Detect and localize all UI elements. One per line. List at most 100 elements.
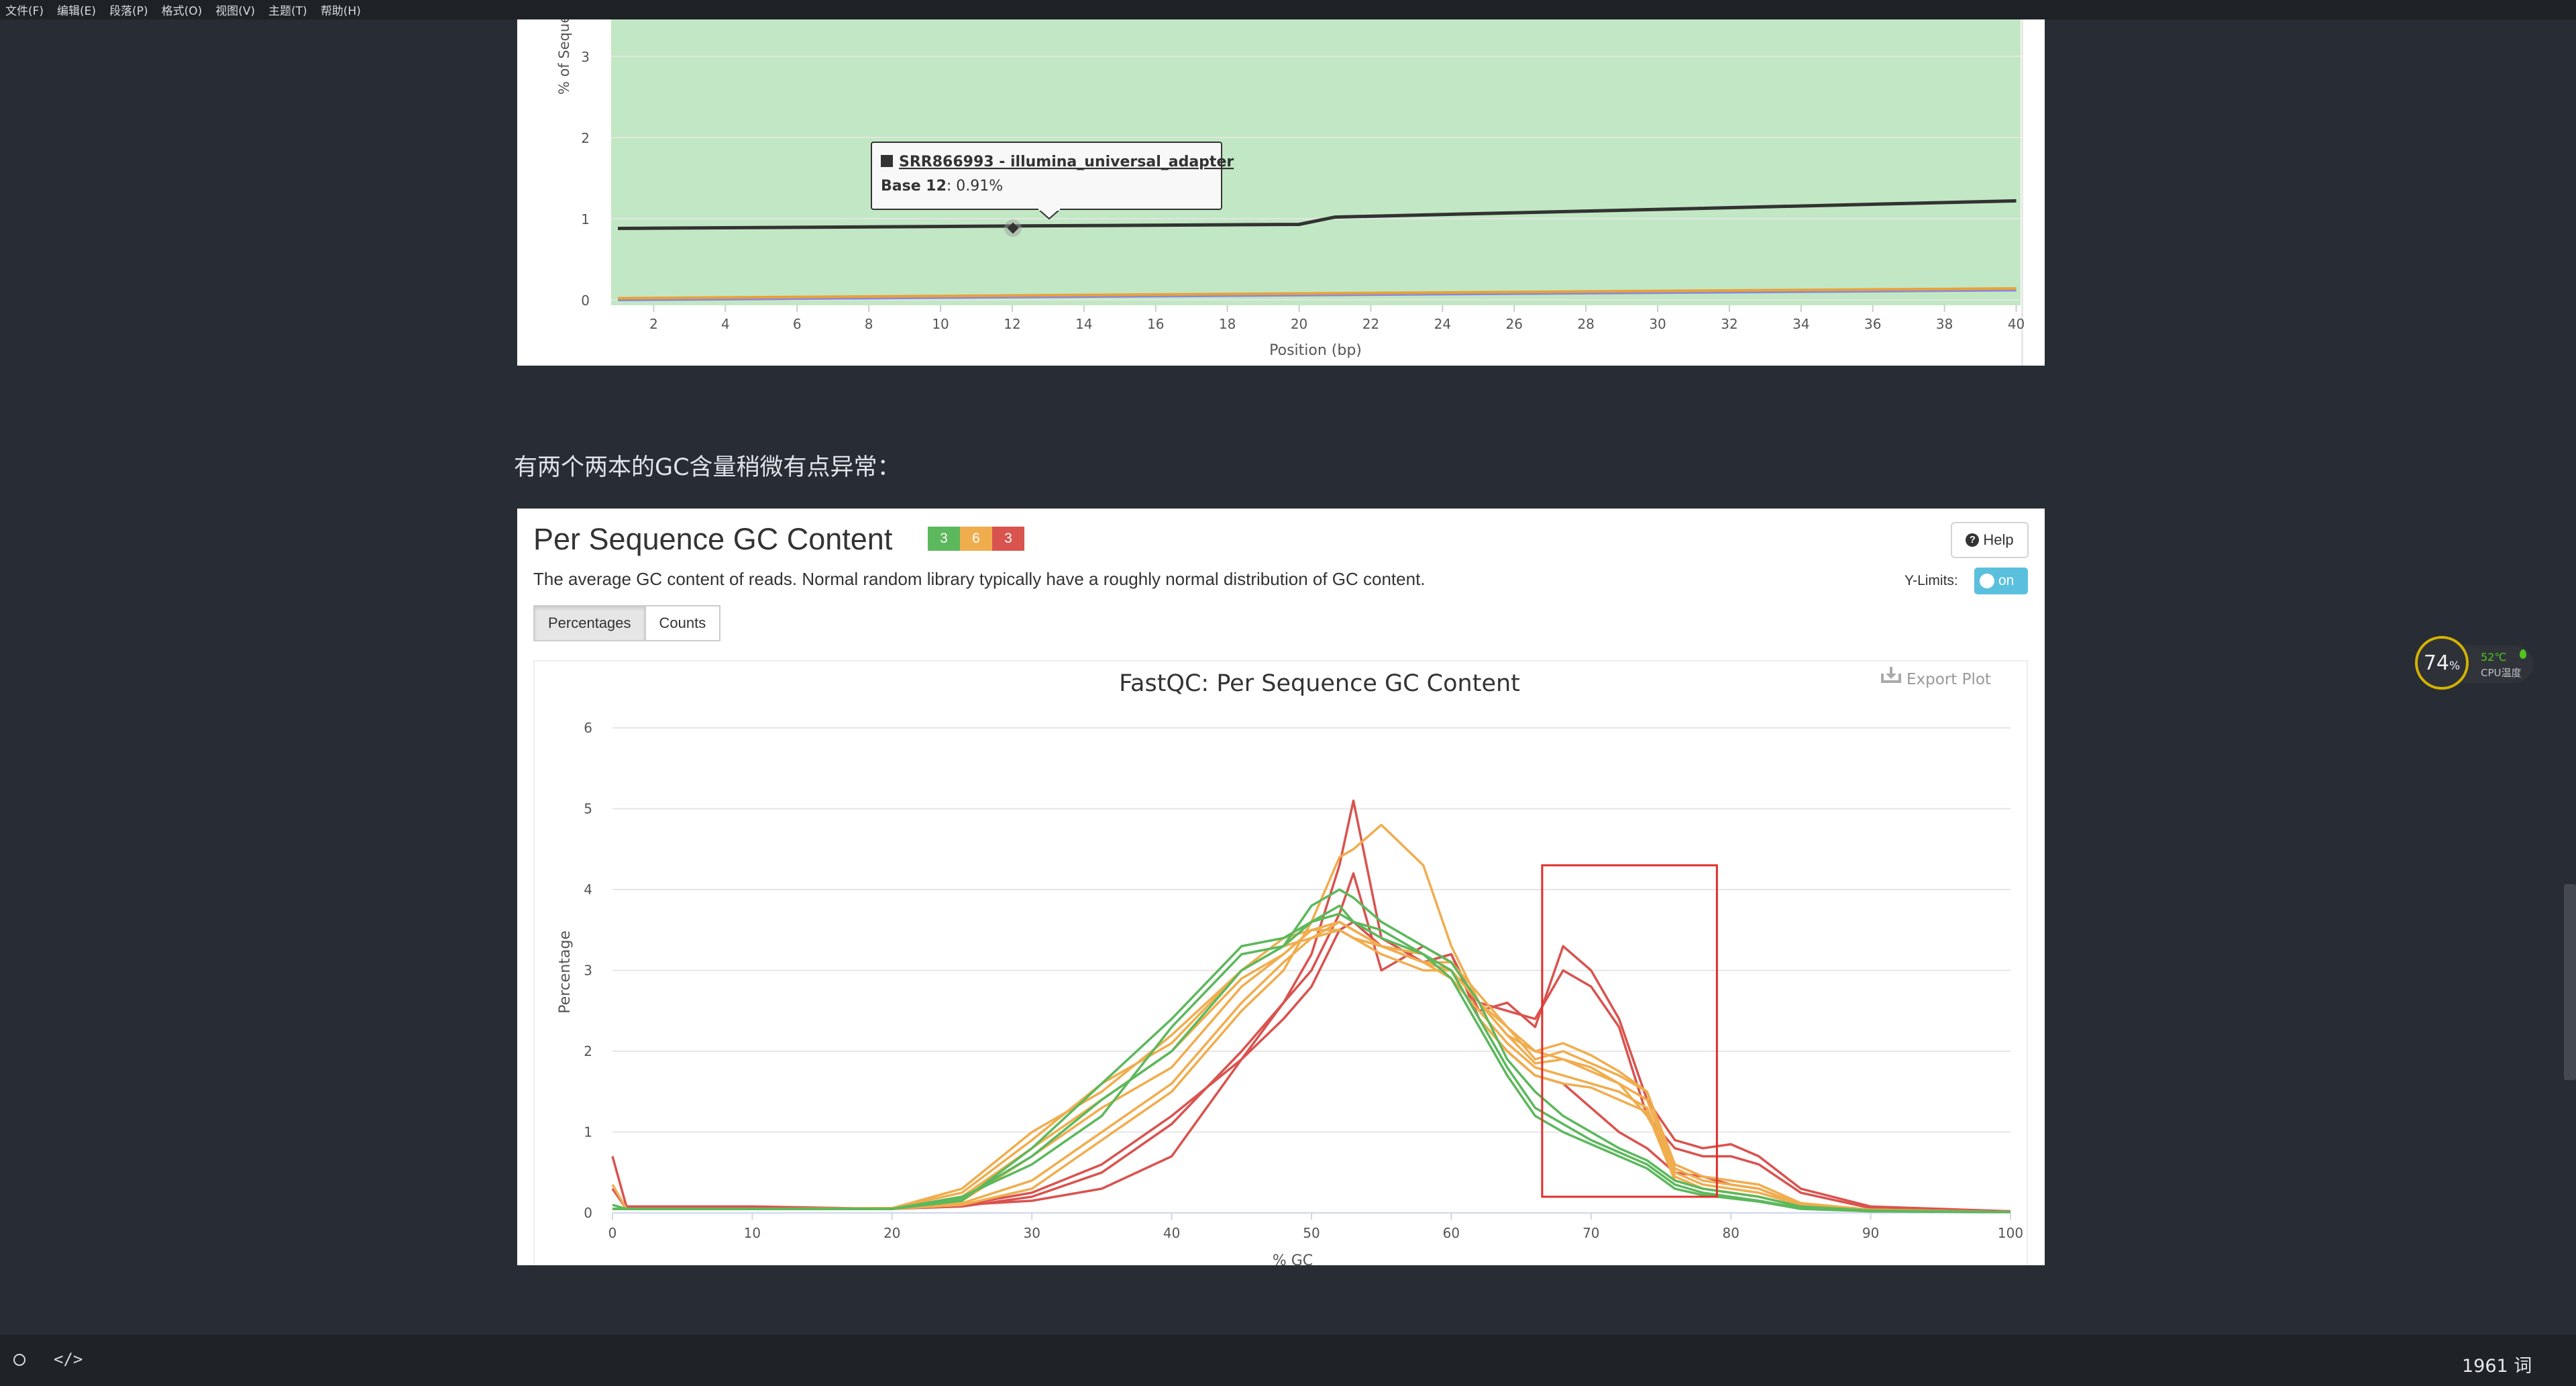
series-line: [612, 928, 2011, 1214]
menu-paragraph[interactable]: 段落(P): [103, 1, 155, 18]
adapter-content-chart: 0123 2 4 6 8 10 12 14 16 18 20 22 24 26 28 30 32 34 36 38 4…: [556, 0, 2045, 366]
y-axis-label: % of Sequenc: [556, 19, 572, 95]
menu-file[interactable]: 文件(F): [0, 1, 50, 18]
tooltip: SRR866993 - illumina_universal_adapter B…: [871, 142, 1234, 220]
x-tick-label: 32: [1721, 316, 1737, 332]
cpu-usage-ring: 74%: [2415, 636, 2469, 690]
cpu-usage-percent-sign: %: [2449, 659, 2461, 673]
cpu-info-panel: 52℃ CPU温度: [2461, 645, 2533, 683]
svg-text:Base 12: 0.91%: Base 12: 0.91%: [881, 178, 1003, 195]
y-tick-label: 1: [581, 211, 590, 227]
droplet-icon: [2520, 649, 2526, 659]
menu-theme[interactable]: 主题(T): [262, 1, 314, 18]
x-tick-label: 50: [1303, 1225, 1320, 1241]
y-tick-label: 1: [584, 1124, 592, 1140]
series-line: [612, 920, 2011, 1214]
fail-badge[interactable]: 3: [992, 527, 1024, 551]
status-bar: </> 1961 词: [0, 1335, 2576, 1386]
menu-view[interactable]: 视图(V): [209, 1, 262, 18]
export-plot-button[interactable]: Export Plot: [1881, 667, 1991, 688]
outline-toggle-icon[interactable]: [13, 1354, 25, 1366]
series-line: [611, 799, 2011, 1213]
plot-background: [611, 19, 2021, 305]
paragraph-text: 有两个两本的GC含量稍微有点异常：: [514, 454, 901, 481]
series-line: [612, 912, 2011, 1214]
tooltip-label: Base 12: [881, 178, 947, 195]
tooltip-value: : 0.91%: [947, 178, 1003, 195]
x-tick-label: 70: [1582, 1225, 1599, 1241]
source-code-icon[interactable]: </>: [54, 1350, 83, 1369]
toggle-knob: [1980, 574, 1994, 588]
word-count: 1961 词: [2462, 1356, 2532, 1377]
section-description: The average GC content of reads. Normal …: [533, 569, 1426, 589]
y-axis-label: Percentage: [557, 930, 574, 1014]
view-tabs: Percentages Counts: [533, 605, 721, 641]
adapter-content-chart-image: 0123 2 4 6 8 10 12 14 16 18 20 22 24 26 28 30 32 34 36 38 4…: [517, 0, 2045, 366]
series-line: [611, 823, 2011, 1214]
x-tick-label: 16: [1147, 316, 1164, 332]
warn-badge[interactable]: 6: [960, 527, 992, 551]
menu-bar: 文件(F) 编辑(E) 段落(P) 格式(O) 视图(V) 主题(T) 帮助(H…: [0, 0, 2576, 19]
x-tick-label: 40: [2008, 316, 2025, 332]
x-tick-label: 80: [1722, 1225, 1739, 1241]
menu-help[interactable]: 帮助(H): [314, 1, 368, 18]
help-label: Help: [1983, 531, 2014, 548]
x-tick-label: 20: [1291, 316, 1307, 332]
cpu-widget[interactable]: 52℃ CPU温度 74%: [2415, 636, 2533, 692]
pass-badge[interactable]: 3: [928, 527, 960, 551]
x-tick-label: 0: [608, 1225, 617, 1241]
gc-content-section: Per Sequence GC Content 3 6 3 ? Help The…: [517, 509, 2045, 1269]
ylimits-toggle[interactable]: on: [1974, 568, 2028, 594]
tab-counts[interactable]: Counts: [644, 605, 721, 641]
menu-edit[interactable]: 编辑(E): [50, 1, 103, 18]
tab-percentages[interactable]: Percentages: [533, 605, 646, 641]
x-tick-label: 90: [1862, 1225, 1879, 1241]
x-tick-label: 22: [1362, 316, 1379, 332]
x-tick-label: 28: [1577, 316, 1594, 332]
y-tick-label: 3: [584, 963, 592, 979]
x-tick-label: 26: [1506, 316, 1523, 332]
y-tick-label: 0: [584, 1205, 592, 1221]
y-tick-label: 3: [581, 49, 590, 65]
question-icon: ?: [1966, 533, 1980, 547]
plot-container: FastQC: Per Sequence GC Content Export P…: [533, 660, 2028, 1269]
x-tick-label: 14: [1075, 316, 1092, 332]
cpu-temperature: 52℃: [2481, 651, 2507, 663]
x-tick-label: 60: [1443, 1225, 1460, 1241]
series-line: [612, 920, 2011, 1214]
y-tick-label: 5: [584, 801, 592, 817]
y-tick-label: 0: [581, 292, 590, 309]
x-tick-label: 4: [721, 316, 730, 332]
x-tick-label: 12: [1004, 316, 1020, 332]
x-tick-label: 20: [883, 1225, 900, 1241]
status-badges: 3 6 3: [928, 527, 1024, 551]
y-tick-label: 2: [581, 130, 590, 146]
x-tick-label: 2: [649, 316, 658, 332]
export-plot-label: Export Plot: [1907, 671, 1991, 688]
cpu-usage-value: 74: [2423, 651, 2450, 675]
x-tick-label: 34: [1792, 316, 1809, 332]
plot-title: FastQC: Per Sequence GC Content: [1119, 670, 1520, 697]
series-line: [612, 920, 2011, 1214]
download-icon: [1881, 667, 1901, 683]
x-tick-label: 38: [1936, 316, 1953, 332]
x-tick-label: 100: [1998, 1225, 2023, 1241]
help-button[interactable]: ? Help: [1951, 522, 2029, 558]
menu-format[interactable]: 格式(O): [155, 1, 209, 18]
y-tick-label: 2: [584, 1043, 592, 1059]
gc-content-chart: FastQC: Per Sequence GC Content Export P…: [557, 667, 2023, 1269]
series-line: [612, 928, 2011, 1214]
scrollbar-thumb[interactable]: [2564, 884, 2576, 1080]
x-axis-label: Position (bp): [1269, 342, 1362, 359]
x-tick-label: 24: [1434, 316, 1451, 332]
anomaly-highlight-box: [1541, 864, 1718, 1198]
x-tick-label: 30: [1023, 1225, 1040, 1241]
x-tick-label: 18: [1219, 316, 1236, 332]
series-swatch: [881, 155, 893, 167]
y-tick-label: 6: [584, 720, 592, 736]
x-axis-label: % GC: [1273, 1252, 1313, 1265]
x-tick-label: 6: [793, 316, 802, 332]
section-title: Per Sequence GC Content: [533, 522, 893, 556]
x-tick-label: 30: [1649, 316, 1666, 332]
toggle-label: on: [1998, 573, 2015, 588]
